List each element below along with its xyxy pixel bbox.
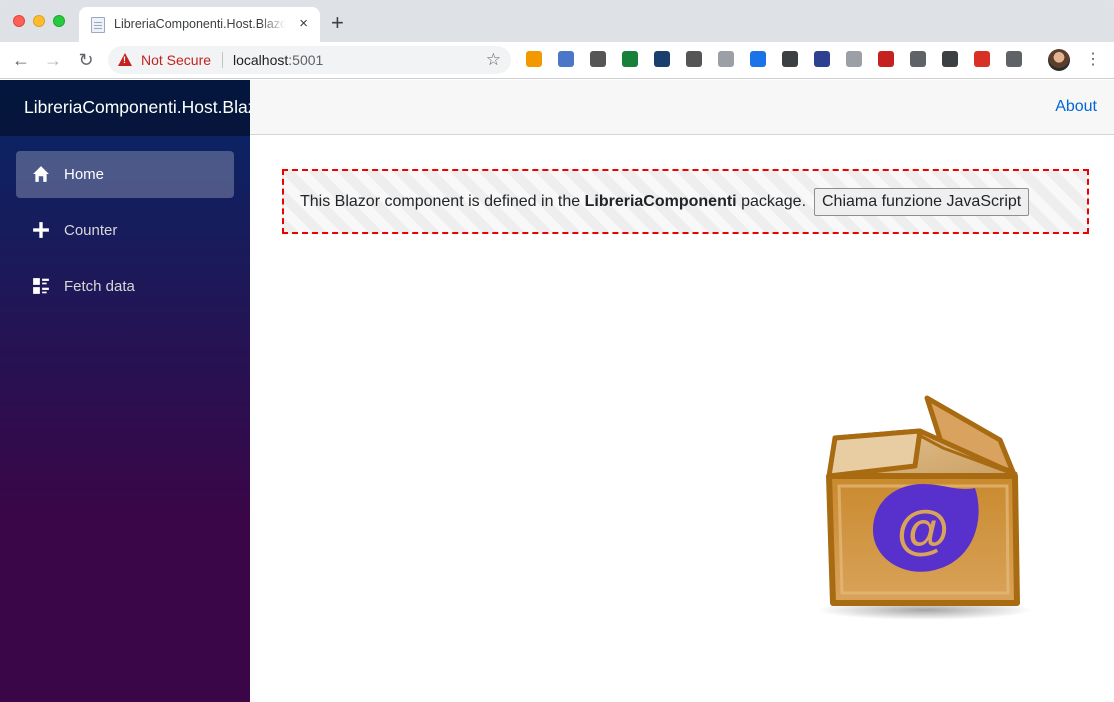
minimize-window-button[interactable] bbox=[33, 15, 45, 27]
sidebar-item-counter[interactable]: Counter bbox=[16, 207, 234, 254]
zotero-icon[interactable] bbox=[814, 51, 830, 67]
home-icon bbox=[33, 166, 49, 182]
url-host: localhost bbox=[233, 52, 289, 68]
browser-toolbar: ← → ↻ Not Secure localhost:5001 ☆ ⋮ bbox=[0, 42, 1114, 79]
main-content: About This Blazor component is defined i… bbox=[250, 80, 1114, 702]
url-port: :5001 bbox=[288, 52, 324, 68]
sidebar-item-label: Fetch data bbox=[64, 278, 135, 295]
component-text-after: package. bbox=[736, 193, 807, 210]
screen-icon[interactable] bbox=[718, 51, 734, 67]
warning-icon[interactable] bbox=[118, 53, 132, 66]
browser-menu-icon[interactable]: ⋮ bbox=[1085, 50, 1101, 70]
tampermonkey-icon[interactable] bbox=[558, 51, 574, 67]
package-name: LibreriaComponenti bbox=[584, 193, 737, 210]
address-separator bbox=[222, 52, 223, 68]
git-icon[interactable] bbox=[654, 51, 670, 67]
rss-icon[interactable] bbox=[526, 51, 542, 67]
back-button[interactable]: ← bbox=[10, 49, 32, 71]
tab-close-icon[interactable]: × bbox=[299, 15, 308, 33]
dark-icon[interactable] bbox=[590, 51, 606, 67]
app-root: LibreriaComponenti.Host.Blazor Home Coun… bbox=[0, 80, 1114, 702]
cors-icon[interactable] bbox=[878, 51, 894, 67]
forward-button[interactable]: → bbox=[42, 49, 64, 71]
sidebar-item-home[interactable]: Home bbox=[16, 151, 234, 198]
cube-icon[interactable] bbox=[1006, 51, 1022, 67]
code-icon[interactable] bbox=[910, 51, 926, 67]
bookmark-star-icon[interactable]: ☆ bbox=[486, 50, 501, 70]
library-component: This Blazor component is defined in the … bbox=[282, 169, 1089, 234]
tab-strip: LibreriaComponenti.Host.Blazor × + bbox=[0, 0, 1114, 42]
profile-avatar[interactable] bbox=[1048, 49, 1070, 71]
timer-icon[interactable] bbox=[846, 51, 862, 67]
list-rich-icon bbox=[33, 278, 49, 294]
page-favicon-icon bbox=[91, 17, 105, 33]
info-icon[interactable] bbox=[942, 51, 958, 67]
security-label[interactable]: Not Secure bbox=[141, 52, 211, 68]
sidebar: LibreriaComponenti.Host.Blazor Home Coun… bbox=[0, 80, 250, 702]
app-brand[interactable]: LibreriaComponenti.Host.Blazor bbox=[24, 97, 250, 118]
calendar-icon[interactable] bbox=[750, 51, 766, 67]
component-text: This Blazor component is defined in the … bbox=[300, 193, 806, 211]
braces-icon[interactable] bbox=[782, 51, 798, 67]
sidebar-item-label: Home bbox=[64, 166, 105, 183]
plus-icon bbox=[33, 222, 49, 238]
url-text[interactable]: localhost:5001 bbox=[233, 52, 323, 68]
reload-button[interactable]: ↻ bbox=[75, 49, 97, 71]
new-tab-button[interactable]: + bbox=[331, 12, 344, 34]
address-bar[interactable]: Not Secure localhost:5001 ☆ bbox=[108, 46, 511, 74]
moon-icon[interactable] bbox=[686, 51, 702, 67]
about-link[interactable]: About bbox=[1055, 98, 1097, 116]
component-text-before: This Blazor component is defined in the bbox=[300, 193, 585, 210]
top-row: About bbox=[250, 80, 1114, 135]
close-window-button[interactable] bbox=[13, 15, 25, 27]
sidebar-item-fetch-data[interactable]: Fetch data bbox=[16, 263, 234, 310]
sheets-icon[interactable] bbox=[622, 51, 638, 67]
blazor-logo-glyph: @ bbox=[897, 500, 950, 560]
brand-bar: LibreriaComponenti.Host.Blazor bbox=[0, 80, 250, 136]
browser-window: LibreriaComponenti.Host.Blazor × + ← → ↻… bbox=[0, 0, 1114, 702]
sidebar-item-label: Counter bbox=[64, 222, 118, 239]
blazor-package-box-image: @ bbox=[817, 395, 1033, 620]
tab-title: LibreriaComponenti.Host.Blazor bbox=[114, 17, 286, 31]
call-javascript-button[interactable]: Chiama funzione JavaScript bbox=[814, 188, 1030, 216]
media-icon[interactable] bbox=[974, 51, 990, 67]
maximize-window-button[interactable] bbox=[53, 15, 65, 27]
browser-tab[interactable]: LibreriaComponenti.Host.Blazor × bbox=[79, 7, 320, 42]
